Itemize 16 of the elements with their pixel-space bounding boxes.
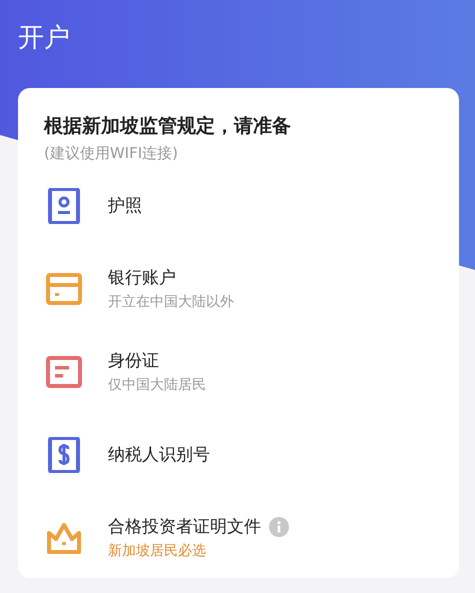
card-subtitle: (建议使用WIFI连接) — [44, 143, 180, 164]
passport-icon — [46, 188, 82, 224]
document-label: 纳税人识别号 — [108, 444, 210, 466]
document-label: 护照 — [108, 194, 142, 218]
document-note: 新加坡居民必选 — [108, 542, 207, 560]
document-note: 仅中国大陆居民 — [108, 376, 206, 394]
dollar-icon — [46, 436, 82, 472]
document-label: 身份证 — [108, 350, 159, 372]
id-card-icon — [46, 354, 82, 390]
document-note: 开立在中国大陆以外 — [108, 292, 234, 312]
card-title: 根据新加坡监管规定，请准备 — [44, 114, 292, 139]
document-label: 银行账户 — [108, 266, 176, 290]
info-icon[interactable] — [269, 516, 289, 536]
document-label: 合格投资者证明文件 — [108, 516, 261, 538]
card-icon — [46, 270, 82, 306]
page-title: 开户 — [18, 22, 71, 55]
